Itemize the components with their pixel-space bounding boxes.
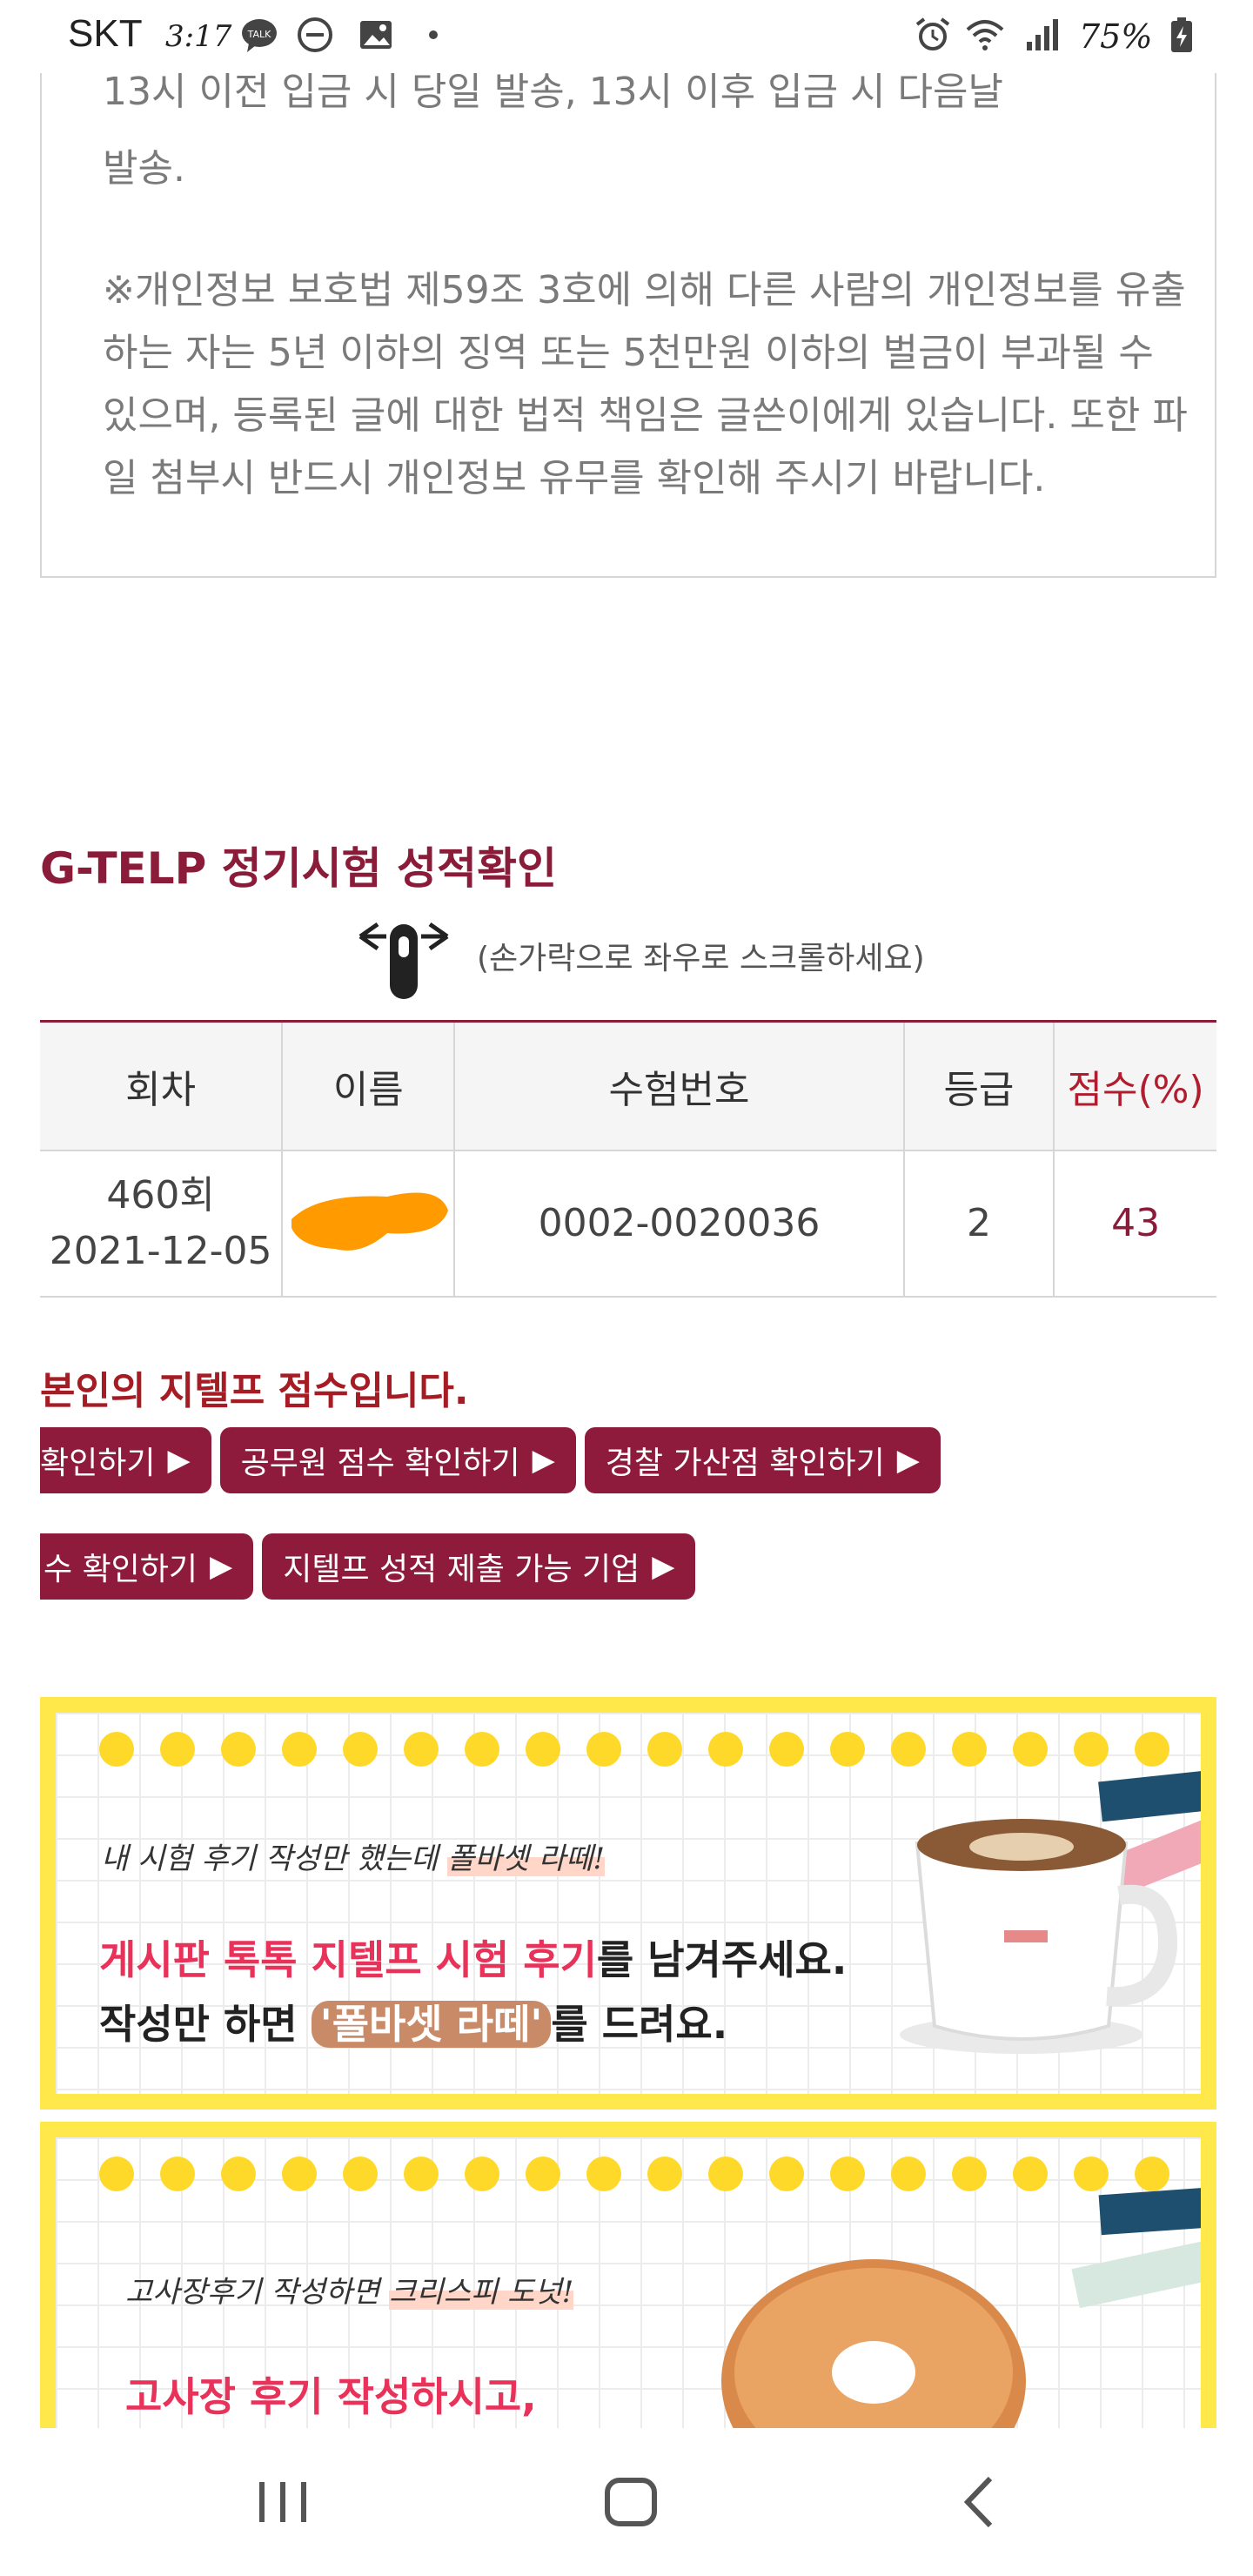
navigation-bar (0, 2428, 1253, 2576)
battery-level: 75% (1079, 17, 1153, 56)
donut-image (721, 2259, 1026, 2435)
submittable-companies-button[interactable]: 지텔프 성적 제출 가능 기업 ▶ (262, 1533, 696, 1600)
notification-dot-icon (429, 30, 438, 39)
own-score-text: 본인의 지텔프 점수입니다. (40, 1369, 469, 1413)
police-bonus-button[interactable]: 경찰 가산점 확인하기 ▶ (584, 1427, 941, 1493)
talk-icon: TALK (242, 19, 277, 52)
header-name: 이름 (282, 1021, 456, 1151)
banner1-headline-1: 게시판 톡톡 지텔프 시험 후기를 남겨주세요. (99, 1936, 848, 1983)
clock: 3:17 (165, 19, 232, 54)
confirm-button[interactable]: 확인하기 ▶ (40, 1427, 211, 1493)
table-row: 460회 2021-12-05 0002-0020036 2 43 (40, 1150, 1216, 1298)
banner1-caption: 내 시험 후기 작성만 했는데 폴바셋 라떼! (101, 1841, 605, 1876)
arrow-right-icon: ▶ (167, 1443, 191, 1478)
review-latte-banner[interactable]: 내 시험 후기 작성만 했는데 폴바셋 라떼! 게시판 톡톡 지텔프 시험 후기… (40, 1697, 1216, 2110)
back-icon[interactable] (940, 2463, 1018, 2541)
score-check-label: 수 확인하기 (44, 1552, 198, 1587)
swipe-finger-icon (358, 922, 449, 999)
gallery-icon (360, 21, 392, 49)
recent-apps-icon[interactable] (244, 2463, 322, 2541)
submittable-companies-label: 지텔프 성적 제출 가능 기업 (283, 1552, 640, 1587)
arrow-right-icon: ▶ (652, 1549, 675, 1584)
button-row-1: 확인하기 ▶ 공무원 점수 확인하기 ▶ 경찰 가산점 확인하기 ▶ (40, 1427, 1216, 1493)
banner2-caption: 고사장후기 작성하면 크리스피 도넛! (125, 2275, 574, 2310)
wifi-icon (966, 20, 1004, 50)
arrow-right-icon: ▶ (896, 1443, 920, 1478)
cell-name (282, 1150, 456, 1298)
confirm-button-label: 확인하기 (40, 1446, 156, 1481)
notice-box: 13시 이전 입금 시 당일 발송, 13시 이후 입금 시 다음날 발송. ※… (40, 35, 1216, 578)
notebook-rings (99, 2157, 1169, 2191)
header-exam-number: 수험번호 (454, 1021, 905, 1151)
decorative-tape (1071, 2232, 1201, 2309)
review-donut-banner[interactable]: 고사장후기 작성하면 크리스피 도넛! 고사장 후기 작성하시고, (40, 2122, 1216, 2435)
do-not-disturb-icon (298, 17, 332, 52)
cell-exam-number: 0002-0020036 (454, 1150, 905, 1298)
header-session: 회차 (40, 1021, 284, 1151)
arrow-right-icon: ▶ (210, 1549, 233, 1584)
alarm-icon (915, 17, 950, 50)
session-number: 460회 (106, 1172, 215, 1218)
battery-charging-icon (1171, 17, 1192, 52)
scroll-hint-text: (손가락으로 좌우로 스크롤하세요) (477, 941, 925, 976)
banner1-headline-2: 작성만 하면 '폴바셋 라떼' 를 드려요. (99, 2001, 728, 2048)
cell-score: 43 (1054, 1150, 1216, 1298)
banner-notepad: 내 시험 후기 작성만 했는데 폴바셋 라떼! 게시판 톡톡 지텔프 시험 후기… (56, 1713, 1201, 2094)
carrier-label: SKT (68, 12, 143, 55)
table-header-row: 회차 이름 수험번호 등급 점수(%) (40, 1021, 1216, 1151)
score-table: 회차 이름 수험번호 등급 점수(%) 460회 2021-12-05 0002… (40, 1020, 1216, 1298)
latte-cup-image (900, 1819, 1178, 2054)
scroll-hint: (손가락으로 좌우로 스크롤하세요) (352, 912, 925, 999)
civil-service-score-label: 공무원 점수 확인하기 (240, 1446, 520, 1481)
status-bar: SKT 3:17 TALK 75% (0, 0, 1253, 73)
arrow-right-icon: ▶ (532, 1443, 555, 1478)
header-score: 점수(%) (1054, 1021, 1216, 1151)
banner-notepad: 고사장후기 작성하면 크리스피 도넛! 고사장 후기 작성하시고, (56, 2137, 1201, 2435)
signal-icon (1027, 19, 1058, 50)
cell-session: 460회 2021-12-05 (40, 1150, 284, 1298)
civil-service-score-button[interactable]: 공무원 점수 확인하기 ▶ (219, 1427, 576, 1493)
section-title: G-TELP 정기시험 성적확인 (40, 843, 558, 894)
home-icon[interactable] (592, 2463, 670, 2541)
header-grade: 등급 (903, 1021, 1055, 1151)
banner2-headline-1: 고사장 후기 작성하시고, (125, 2373, 537, 2420)
session-date: 2021-12-05 (49, 1228, 272, 1273)
privacy-notice: ※개인정보 보호법 제59조 3호에 의해 다른 사람의 개인정보를 유출하는 … (103, 268, 1188, 500)
cell-grade: 2 (903, 1150, 1055, 1298)
redacted-name-scribble (291, 1192, 449, 1251)
button-row-2: 수 확인하기 ▶ 지텔프 성적 제출 가능 기업 ▶ (40, 1533, 1216, 1600)
notebook-rings (99, 1732, 1169, 1767)
notice-line-end: 발송. (103, 146, 185, 191)
score-check-button[interactable]: 수 확인하기 ▶ (40, 1533, 254, 1600)
police-bonus-label: 경찰 가산점 확인하기 (605, 1446, 885, 1481)
svg-text:TALK: TALK (247, 29, 272, 40)
